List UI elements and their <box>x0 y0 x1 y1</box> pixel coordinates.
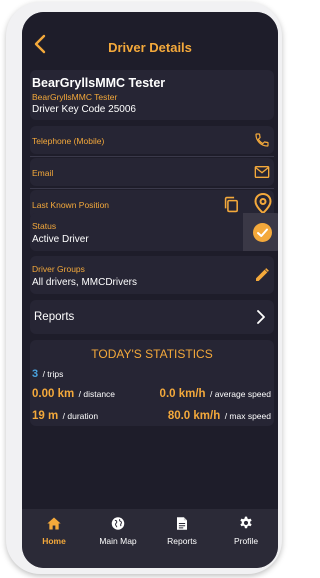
globe-icon <box>111 517 125 530</box>
max-speed-label: / max speed <box>224 411 271 421</box>
max-speed-value: 80.0 km/h <box>167 410 221 422</box>
phone-icon[interactable] <box>254 132 270 148</box>
nav-item-profile[interactable]: Profile <box>214 509 278 568</box>
mail-icon[interactable] <box>254 165 270 179</box>
trips-stat: 3 / trips <box>32 364 63 382</box>
email-row[interactable]: Email <box>30 158 274 186</box>
nav-label-profile: Profile <box>233 536 259 546</box>
driver-groups-label: Driver Groups <box>32 264 85 274</box>
check-circle-icon <box>253 223 272 242</box>
average-speed-label: / average speed <box>210 389 271 399</box>
statistics-card: TODAY'S STATISTICS 3 / trips 0.00 km / d… <box>30 340 274 426</box>
distance-label: / distance <box>78 389 116 399</box>
nav-item-main-map[interactable]: Main Map <box>86 509 150 568</box>
status-toggle[interactable] <box>243 213 278 251</box>
email-label: Email <box>32 168 54 178</box>
bottom-navigation: Home Main Map Reports Profile <box>22 509 278 568</box>
page-title: Driver Details <box>108 40 192 55</box>
status-row[interactable]: Status Active Driver <box>30 213 278 251</box>
divider <box>30 156 274 157</box>
average-speed-value: 0.0 km/h <box>159 388 206 400</box>
status-value: Active Driver <box>32 234 89 245</box>
nav-label-main-map: Main Map <box>99 536 137 546</box>
copy-icon[interactable] <box>223 196 239 213</box>
driver-name: BearGryllsMMC Tester <box>32 76 166 90</box>
edit-pencil-icon[interactable] <box>254 267 270 283</box>
driver-groups-row[interactable]: Driver Groups All drivers, MMCDrivers <box>30 256 274 294</box>
app-screen: Driver Details BearGryllsMMC Tester Bear… <box>22 12 278 568</box>
phone-frame: Driver Details BearGryllsMMC Tester Bear… <box>6 2 282 574</box>
distance-stat: 0.00 km / distance <box>32 384 115 402</box>
nav-label-reports: Reports <box>167 536 197 546</box>
app-header: Driver Details <box>22 12 278 70</box>
driver-identity-card: BearGryllsMMC Tester BearGryllsMMC Teste… <box>30 70 274 120</box>
divider <box>30 188 274 189</box>
last-known-position-label: Last Known Position <box>32 200 110 210</box>
average-speed-stat: 0.0 km/h / average speed <box>160 384 271 402</box>
trips-label: / trips <box>42 369 64 379</box>
document-icon <box>177 517 187 530</box>
chevron-right-icon <box>257 310 265 324</box>
reports-label: Reports <box>34 311 75 323</box>
nav-item-home[interactable]: Home <box>22 509 86 568</box>
telephone-row[interactable]: Telephone (Mobile) <box>30 126 274 154</box>
gear-icon <box>240 516 252 529</box>
reports-row[interactable]: Reports <box>30 300 274 334</box>
nav-item-reports[interactable]: Reports <box>150 509 214 568</box>
max-speed-stat: 80.0 km/h / max speed <box>168 406 271 424</box>
home-icon <box>47 517 61 530</box>
trips-value: 3 <box>32 368 39 380</box>
driver-key-code: Driver Key Code 25006 <box>32 104 136 115</box>
driver-groups-value: All drivers, MMCDrivers <box>32 277 137 288</box>
nav-label-home: Home <box>42 536 66 546</box>
telephone-label: Telephone (Mobile) <box>32 136 105 146</box>
status-label: Status <box>32 221 57 231</box>
distance-value: 0.00 km <box>32 388 75 400</box>
duration-value: 19 m <box>32 410 59 422</box>
driver-org: BearGryllsMMC Tester <box>32 92 118 102</box>
statistics-title: TODAY'S STATISTICS <box>91 347 213 361</box>
duration-label: / duration <box>62 411 99 421</box>
duration-stat: 19 m / duration <box>32 406 98 424</box>
